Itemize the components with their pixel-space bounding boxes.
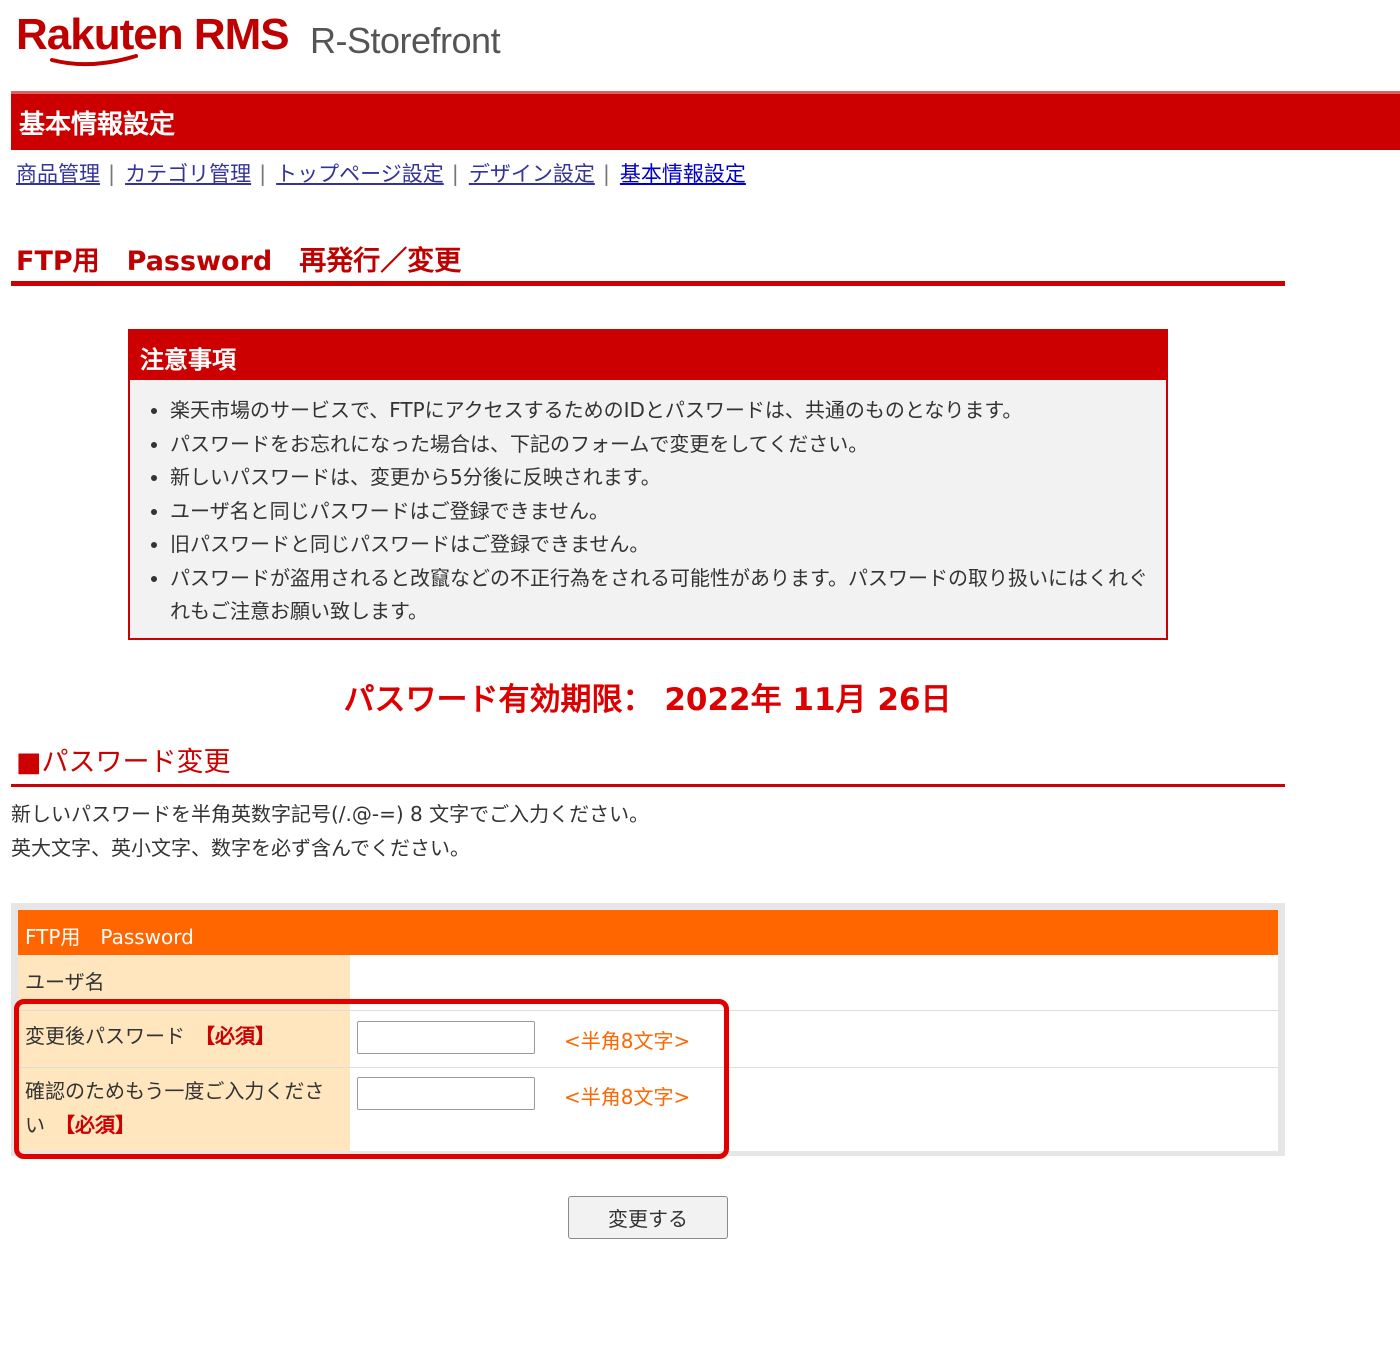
required-tag: 【必須】 bbox=[195, 1024, 275, 1048]
nav-item-basic-info-settings[interactable]: 基本情報設定 bbox=[620, 162, 746, 186]
notice-item: パスワードをお忘れになった場合は、下記のフォームで変更をしてください。 bbox=[170, 428, 1166, 462]
confirm-password-row: 確認のためもう一度ご入力ください 【必須】 <半角8文字> bbox=[18, 1067, 1278, 1151]
notice-item: 新しいパスワードは、変更から5分後に反映されます。 bbox=[170, 461, 1166, 495]
new-password-hint: <半角8文字> bbox=[564, 1029, 691, 1053]
form-header: FTP用 Password bbox=[18, 910, 1278, 955]
sub-navigation: 商品管理 | カテゴリ管理 | トップページ設定 | デザイン設定 | 基本情報設定 bbox=[16, 162, 746, 186]
password-change-divider bbox=[11, 784, 1285, 787]
confirm-password-hint: <半角8文字> bbox=[564, 1085, 691, 1109]
brand-name: Rakuten RMS bbox=[16, 10, 290, 59]
required-tag: 【必須】 bbox=[55, 1113, 135, 1137]
rakuten-rms-logo: Rakuten RMS R-Storefront bbox=[16, 8, 616, 68]
change-button[interactable]: 変更する bbox=[568, 1196, 728, 1239]
notice-title: 注意事項 bbox=[130, 331, 1166, 380]
username-row: ユーザ名 bbox=[18, 955, 1278, 1010]
nav-item-category-management[interactable]: カテゴリ管理 bbox=[125, 162, 251, 186]
new-password-input[interactable] bbox=[357, 1021, 535, 1054]
nav-item-design-settings[interactable]: デザイン設定 bbox=[469, 162, 595, 186]
password-change-heading: ■パスワード変更 bbox=[16, 747, 231, 778]
title-divider bbox=[11, 281, 1285, 286]
nav-item-top-page-settings[interactable]: トップページ設定 bbox=[276, 162, 444, 186]
notice-item: 楽天市場のサービスで、FTPにアクセスするためのIDとパスワードは、共通のものと… bbox=[170, 394, 1166, 428]
section-bar-title: 基本情報設定 bbox=[19, 110, 176, 140]
logo-swoosh-icon bbox=[50, 54, 138, 67]
product-name: R-Storefront bbox=[310, 20, 501, 61]
notice-box: 注意事項 楽天市場のサービスで、FTPにアクセスするためのIDとパスワードは、共… bbox=[128, 329, 1168, 640]
notice-item: ユーザ名と同じパスワードはご登録できません。 bbox=[170, 495, 1166, 529]
notice-list: 楽天市場のサービスで、FTPにアクセスするためのIDとパスワードは、共通のものと… bbox=[130, 394, 1166, 629]
new-password-row: 変更後パスワード 【必須】 <半角8文字> bbox=[18, 1010, 1278, 1067]
password-form: FTP用 Password ユーザ名 変更後パスワード 【必須】 <半角8文字> … bbox=[11, 903, 1285, 1156]
instruction-line: 新しいパスワードを半角英数字記号(/.@-=) 8 文字でご入力ください。 bbox=[11, 802, 650, 826]
notice-item: パスワードが盗用されると改竄などの不正行為をされる可能性があります。パスワードの… bbox=[170, 562, 1166, 629]
page-title: FTP用 Password 再発行／変更 bbox=[16, 246, 462, 277]
username-label: ユーザ名 bbox=[18, 955, 350, 1010]
new-password-label: 変更後パスワード bbox=[25, 1024, 185, 1048]
instruction-line: 英大文字、英小文字、数字を必ず含んでください。 bbox=[11, 836, 470, 860]
section-bar: 基本情報設定 bbox=[11, 91, 1400, 150]
confirm-password-input[interactable] bbox=[357, 1077, 535, 1110]
password-expiry: パスワード有効期限： 2022年 11月 26日 bbox=[343, 682, 952, 718]
notice-item: 旧パスワードと同じパスワードはご登録できません。 bbox=[170, 528, 1166, 562]
nav-item-product-management[interactable]: 商品管理 bbox=[16, 162, 100, 186]
password-instructions: 新しいパスワードを半角英数字記号(/.@-=) 8 文字でご入力ください。 英大… bbox=[11, 797, 649, 865]
